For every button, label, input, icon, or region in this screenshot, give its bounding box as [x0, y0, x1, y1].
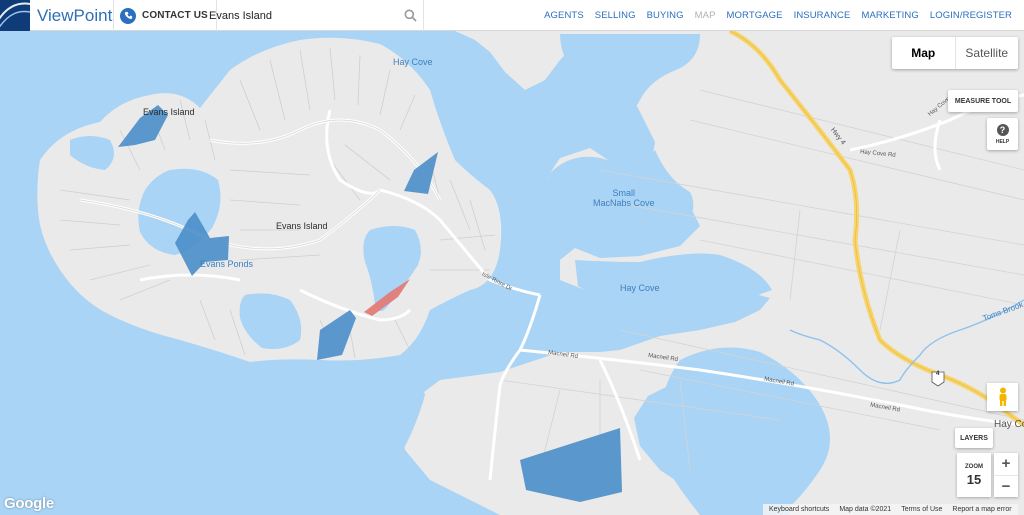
help-icon: ? [996, 123, 1009, 136]
label-hay-cove-middle: Hay Cove [620, 283, 660, 293]
report-map-error-link[interactable]: Report a map error [952, 506, 1011, 513]
terms-of-use-link[interactable]: Terms of Use [901, 506, 942, 513]
keyboard-shortcuts-link[interactable]: Keyboard shortcuts [769, 506, 829, 513]
search-input[interactable] [209, 7, 399, 24]
contact-us-label: CONTACT US [142, 10, 208, 21]
label-hay-cove-east: Hay Cov [994, 419, 1024, 430]
map-type-toggle: Map Satellite [892, 37, 1018, 69]
top-navigation-bar: ViewPoint CONTACT US AGENTS SELLING BUYI… [0, 0, 1024, 31]
map-data-credit: Map data ©2021 [839, 506, 892, 513]
route-4-shield-number: 4 [936, 371, 940, 377]
label-small-macnabs-cove: Small MacNabs Cove [593, 188, 655, 208]
pegman-icon [999, 387, 1006, 406]
zoom-buttons: + − [994, 453, 1018, 497]
label-evans-island-north: Evans Island [143, 107, 195, 117]
label-hay-cove-north: Hay Cove [393, 57, 433, 67]
map-graphics [0, 31, 1024, 515]
zoom-out-button[interactable]: − [994, 476, 1018, 498]
google-logo: Google [4, 495, 54, 512]
search-icon[interactable] [404, 9, 417, 22]
search-box[interactable] [201, 0, 424, 31]
nav-login-register[interactable]: LOGIN/REGISTER [930, 10, 1012, 21]
nav-map[interactable]: MAP [695, 10, 716, 21]
zoom-control: ZOOM 15 + − [957, 453, 1018, 497]
brand-name[interactable]: ViewPoint [37, 6, 112, 26]
street-view-pegman[interactable] [987, 383, 1018, 411]
zoom-value: 15 [966, 471, 982, 487]
zoom-in-button[interactable]: + [994, 453, 1018, 476]
viewpoint-logo-mark[interactable] [0, 0, 30, 31]
nav-agents[interactable]: AGENTS [544, 10, 584, 21]
measure-tool-button[interactable]: MEASURE TOOL [948, 90, 1018, 112]
phone-icon [120, 7, 136, 24]
nav-mortgage[interactable]: MORTGAGE [727, 10, 783, 21]
layers-button[interactable]: LAYERS [955, 428, 993, 448]
layers-label: LAYERS [960, 434, 988, 442]
map-type-map-button[interactable]: Map [892, 37, 956, 69]
map-attribution-bar: Keyboard shortcuts Map data ©2021 Terms … [763, 504, 1018, 515]
nav-insurance[interactable]: INSURANCE [794, 10, 851, 21]
help-button[interactable]: ? HELP [987, 118, 1018, 150]
label-evans-ponds: Evans Ponds [200, 259, 254, 269]
map-type-satellite-button[interactable]: Satellite [956, 37, 1019, 69]
nav-selling[interactable]: SELLING [595, 10, 636, 21]
nav-marketing[interactable]: MARKETING [861, 10, 918, 21]
nav-buying[interactable]: BUYING [647, 10, 684, 21]
map-canvas[interactable]: Evans Island Evans Island Evans Ponds Ha… [0, 31, 1024, 515]
main-nav: AGENTS SELLING BUYING MAP MORTGAGE INSUR… [544, 0, 1012, 31]
zoom-level-display: ZOOM 15 [957, 453, 991, 497]
zoom-label: ZOOM [965, 463, 983, 470]
label-evans-island: Evans Island [276, 221, 328, 231]
measure-tool-label: MEASURE TOOL [954, 97, 1012, 105]
help-label: HELP [995, 138, 1010, 145]
